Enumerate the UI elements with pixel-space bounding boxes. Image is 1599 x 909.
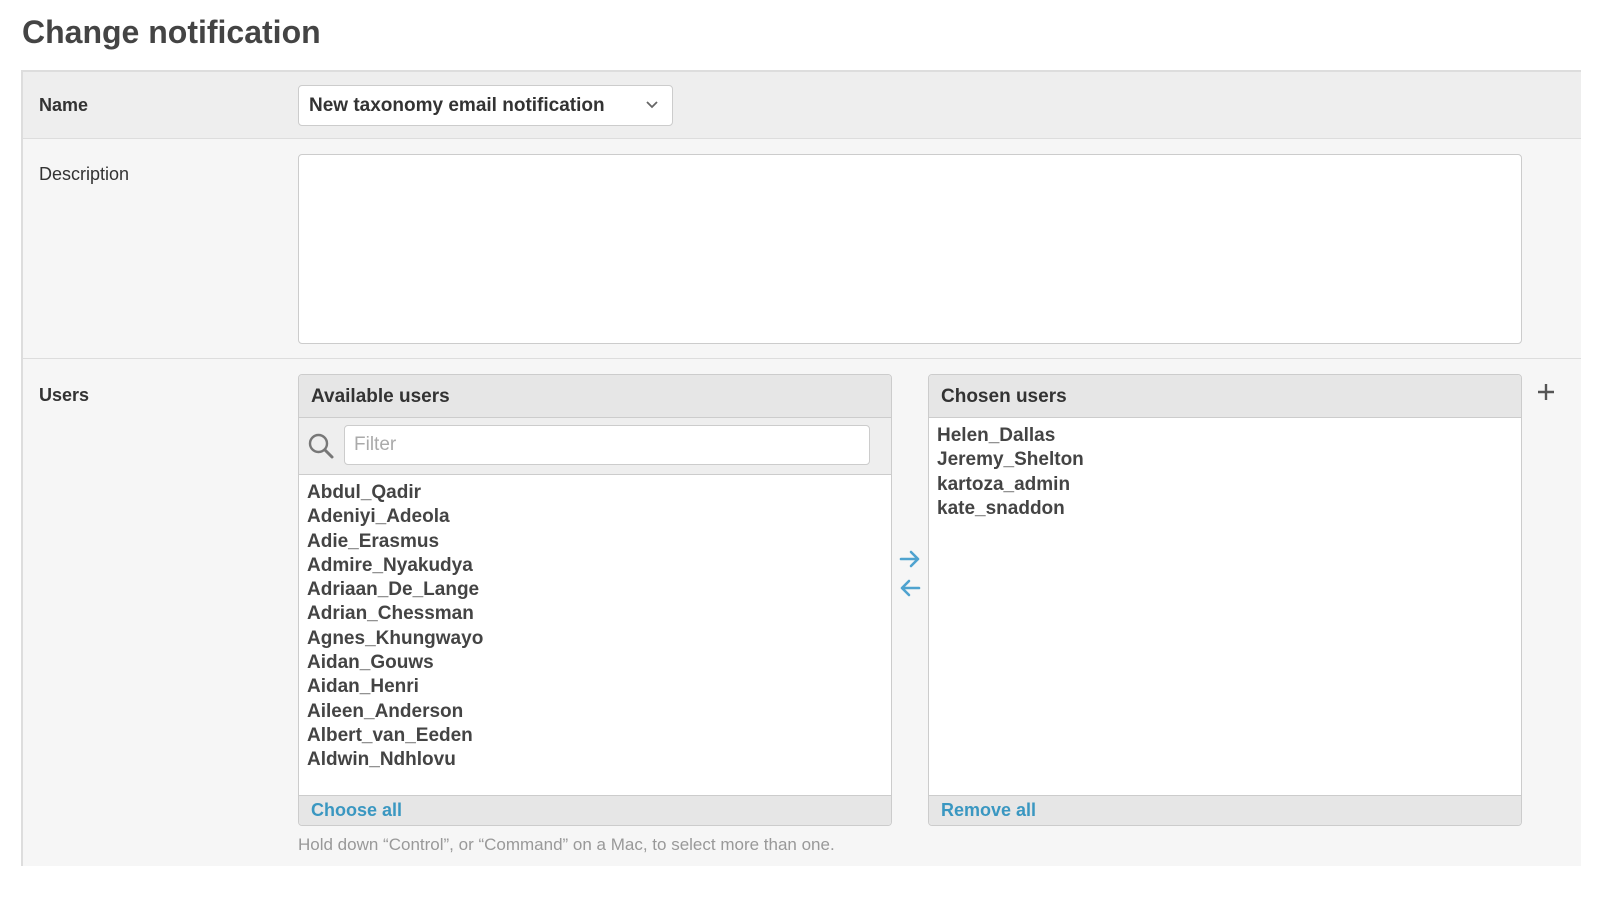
list-item[interactable]: Adeniyi_Adeola [307,505,883,529]
list-item[interactable]: kartoza_admin [937,473,1513,497]
chosen-users-title: Chosen users [929,375,1521,418]
notification-form: Name New taxonomy email notification Des… [21,70,1581,866]
list-item[interactable]: Adie_Erasmus [307,530,883,554]
list-item[interactable]: Aldwin_Ndhlovu [307,748,883,772]
plus-icon[interactable] [1535,381,1557,403]
list-item[interactable]: Aidan_Gouws [307,651,883,675]
arrow-right-icon[interactable] [898,547,922,571]
description-textarea[interactable] [298,154,1522,344]
filter-input[interactable] [344,425,870,465]
list-item[interactable]: Admire_Nyakudya [307,554,883,578]
description-label: Description [39,164,130,184]
list-item[interactable]: Adriaan_De_Lange [307,578,883,602]
description-row: Description [23,139,1581,359]
arrow-left-icon[interactable] [898,576,922,600]
help-text: Hold down “Control”, or “Command” on a M… [298,835,835,854]
name-row: Name New taxonomy email notification [23,72,1581,139]
list-item[interactable]: Aidan_Henri [307,675,883,699]
available-users-title: Available users [299,375,891,418]
list-item[interactable]: Agnes_Khungwayo [307,627,883,651]
choose-all-link[interactable]: Choose all [299,795,891,825]
users-row: Users Available users Abdul_Qadir Adeniy… [23,359,1581,866]
list-item[interactable]: Helen_Dallas [937,424,1513,448]
chosen-users-box: Chosen users Helen_Dallas Jeremy_Shelton… [928,374,1522,826]
list-item[interactable]: Jeremy_Shelton [937,448,1513,472]
name-select[interactable]: New taxonomy email notification [298,85,673,126]
available-users-list[interactable]: Abdul_Qadir Adeniyi_Adeola Adie_Erasmus … [299,475,891,795]
list-item[interactable]: Albert_van_Eeden [307,724,883,748]
list-item[interactable]: Abdul_Qadir [307,481,883,505]
name-select-value: New taxonomy email notification [309,95,605,116]
search-icon [308,433,334,459]
available-users-box: Available users Abdul_Qadir Adeniyi_Adeo… [298,374,892,826]
name-label: Name [39,95,89,115]
chosen-users-list[interactable]: Helen_Dallas Jeremy_Shelton kartoza_admi… [929,418,1521,795]
list-item[interactable]: Aileen_Anderson [307,700,883,724]
users-label: Users [39,385,90,405]
chevron-down-icon [646,101,658,109]
page-title: Change notification [22,14,321,50]
remove-all-link[interactable]: Remove all [929,795,1521,825]
list-item[interactable]: kate_snaddon [937,497,1513,521]
list-item[interactable]: Adrian_Chessman [307,602,883,626]
filter-bar [299,418,891,475]
